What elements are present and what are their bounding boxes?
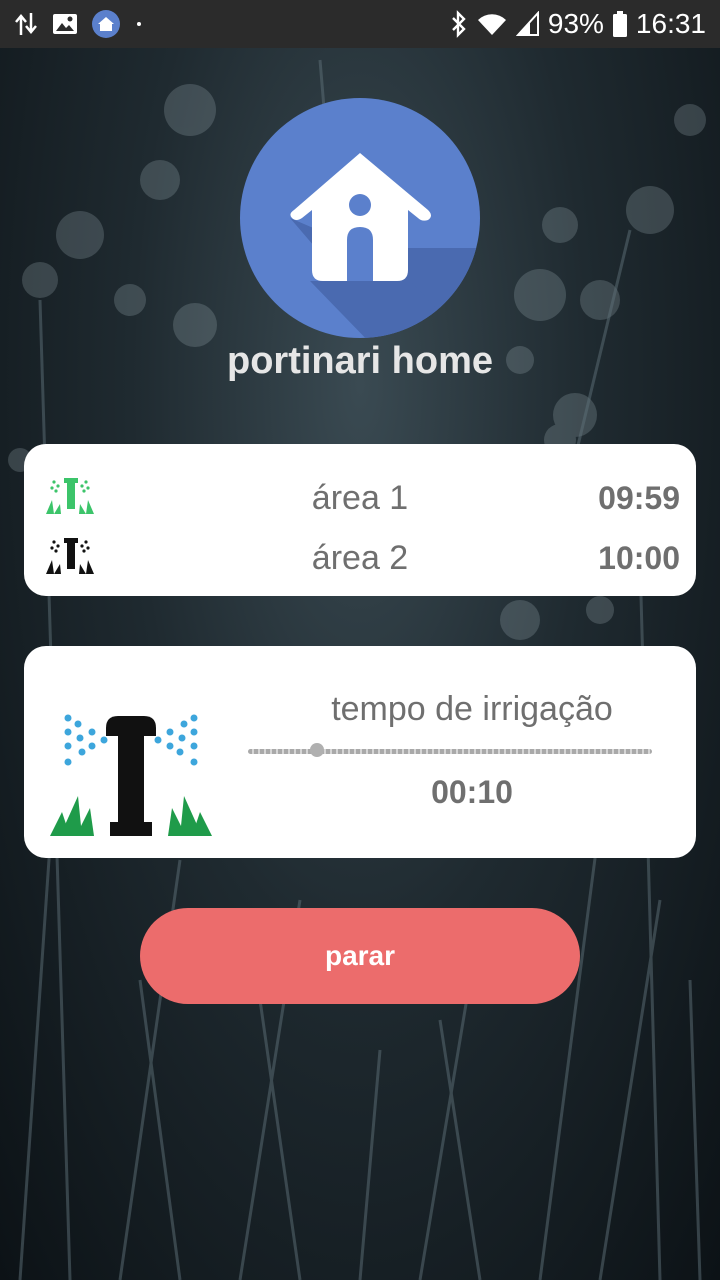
signal-icon <box>515 11 540 37</box>
slider-track[interactable] <box>248 749 652 754</box>
battery-percent: 93% <box>547 8 604 39</box>
app-title: portinari home <box>226 340 494 382</box>
irrigation-timer-card: tempo de irrigação 00:10 <box>24 646 696 858</box>
app-logo <box>240 98 480 338</box>
area-time: 09:59 <box>598 479 680 516</box>
area-name: área 1 <box>311 478 409 517</box>
battery-icon <box>612 10 628 38</box>
area-row[interactable]: área 1 09:59 <box>24 468 696 528</box>
house-icon <box>240 98 480 338</box>
area-time: 10:00 <box>598 539 680 576</box>
data-sync-icon <box>14 11 38 37</box>
bluetooth-icon <box>450 10 468 38</box>
status-bar-right: 93% 16:31 <box>450 0 720 48</box>
image-icon <box>52 12 78 36</box>
wifi-icon <box>476 11 508 37</box>
stop-button[interactable]: parar <box>140 908 580 1004</box>
sprinkler-icon <box>48 712 214 840</box>
dot-icon <box>134 19 144 29</box>
status-bar: 93% 16:31 <box>0 0 720 48</box>
slider-thumb[interactable] <box>309 743 324 757</box>
area-row[interactable]: área 2 10:00 <box>24 528 696 588</box>
irrigation-time-slider[interactable] <box>248 743 652 758</box>
timer-label: tempo de irrigação <box>331 690 613 728</box>
clock: 16:31 <box>635 8 706 39</box>
timer-value: 00:10 <box>431 774 513 810</box>
app-home-icon <box>92 10 120 38</box>
status-bar-left <box>0 10 144 38</box>
areas-card: área 1 09:59 área 2 10:00 <box>24 444 696 596</box>
area-name: área 2 <box>311 538 409 577</box>
